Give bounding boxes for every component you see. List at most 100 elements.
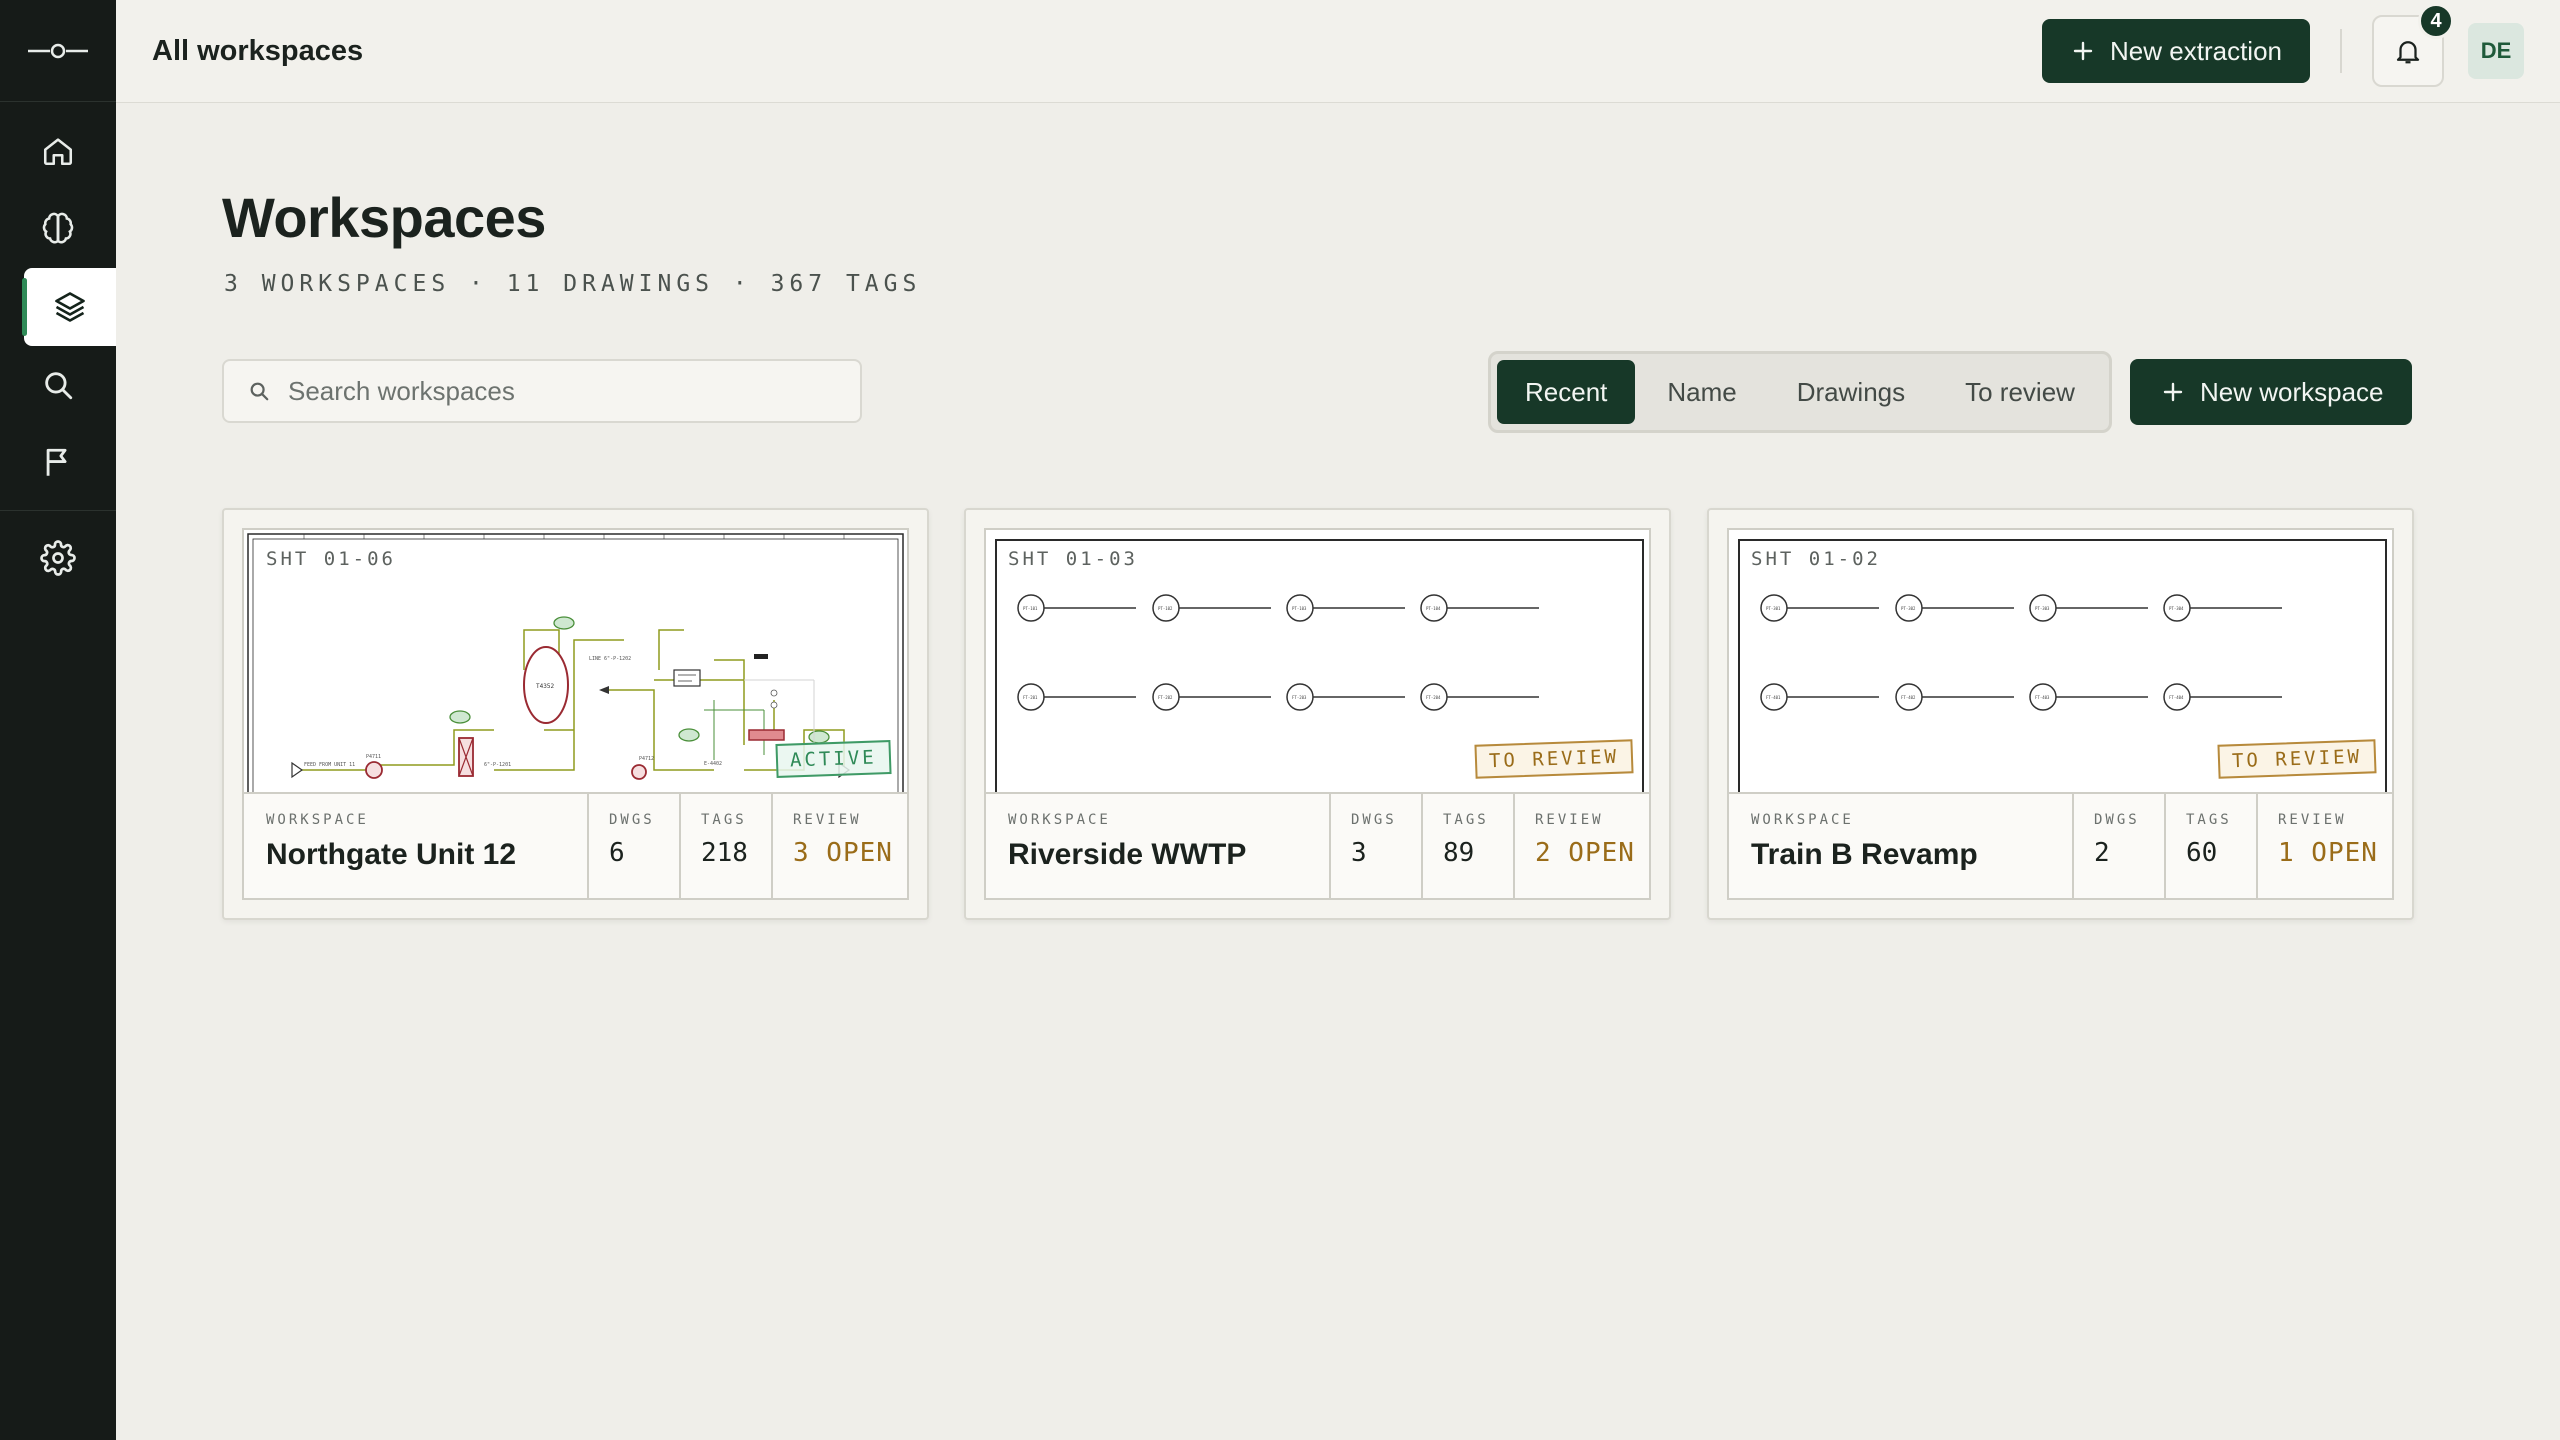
tags-count: 218	[701, 838, 748, 868]
review-open-count: 2 OPEN	[1535, 838, 1635, 868]
dwgs-cell: DWGS 2	[2074, 794, 2166, 898]
dwgs-cell: DWGS 6	[589, 794, 681, 898]
gear-icon	[40, 540, 76, 576]
workspace-name: Train B Revamp	[1751, 838, 1978, 871]
search-icon	[45, 372, 73, 400]
review-open-count: 3 OPEN	[793, 838, 893, 868]
sheet-number: SHT 01-03	[1008, 548, 1138, 570]
svg-text:PT-301: PT-301	[1766, 606, 1781, 611]
sidebar	[0, 0, 116, 1440]
tags-cell: TAGS 89	[1423, 794, 1515, 898]
page-title: Workspaces	[222, 186, 546, 249]
review-label: REVIEW	[1535, 812, 1604, 828]
svg-text:LINE 6"-P-1202: LINE 6"-P-1202	[589, 656, 631, 662]
review-open-count: 1 OPEN	[2278, 838, 2378, 868]
notifications-button[interactable]: 4	[2372, 3, 2454, 87]
review-cell: REVIEW 2 OPEN	[1515, 794, 1649, 898]
dwgs-label: DWGS	[2094, 812, 2140, 828]
nav-brain[interactable]	[0, 190, 116, 268]
plus-icon	[2163, 382, 2183, 402]
status-stamp: ACTIVE	[775, 740, 892, 778]
sort-option-name[interactable]: Name	[1639, 360, 1764, 424]
svg-text:T4352: T4352	[536, 683, 554, 690]
nav-divider	[0, 510, 116, 511]
card-body: PT-301 PT-302 PT-303 PT-304 FT-401 FT-402 FT-…	[1727, 528, 2394, 900]
svg-text:FT-201: FT-201	[1023, 695, 1038, 700]
nav-flags[interactable]	[0, 424, 116, 502]
sort-option-recent[interactable]: Recent	[1497, 360, 1636, 424]
review-cell: REVIEW 3 OPEN	[773, 794, 907, 898]
card-footer: WORKSPACE Train B Revamp DWGS 2 TAGS 60 …	[1729, 792, 2392, 898]
dwgs-label: DWGS	[1351, 812, 1397, 828]
review-cell: REVIEW 1 OPEN	[2258, 794, 2392, 898]
dwgs-count: 2	[2094, 838, 2110, 868]
workspace-name-cell: WORKSPACE Riverside WWTP	[986, 794, 1331, 898]
svg-text:PT-304: PT-304	[2169, 606, 2184, 611]
workspace-name: Riverside WWTP	[1008, 838, 1247, 871]
card-footer: WORKSPACE Northgate Unit 12 DWGS 6 TAGS …	[244, 792, 907, 898]
drawing-thumbnail: PT-301 PT-302 PT-303 PT-304 FT-401 FT-402 FT-…	[1729, 530, 2392, 792]
new-extraction-button[interactable]: New extraction	[2042, 19, 2310, 83]
tags-label: TAGS	[1443, 812, 1489, 828]
page-breadcrumb: All workspaces	[152, 34, 364, 67]
new-workspace-label: New workspace	[2200, 376, 2384, 407]
status-stamp: TO REVIEW	[2217, 739, 2377, 779]
svg-text:PT-103: PT-103	[1292, 606, 1307, 611]
svg-text:PT-101: PT-101	[1023, 606, 1038, 611]
workspace-name-cell: WORKSPACE Train B Revamp	[1729, 794, 2074, 898]
workspace-card[interactable]: PT-301 PT-302 PT-303 PT-304 FT-401 FT-402 FT-…	[1707, 508, 2414, 920]
card-body: PT-101 PT-102 PT-103 PT-104 FT-201 FT-202 FT-…	[984, 528, 1651, 900]
sort-option-drawings[interactable]: Drawings	[1769, 360, 1933, 424]
new-workspace-button[interactable]: New workspace	[2130, 359, 2412, 425]
drawing-thumbnail: PT-101 PT-102 PT-103 PT-104 FT-201 FT-202 FT-…	[986, 530, 1649, 792]
workspace-name-cell: WORKSPACE Northgate Unit 12	[244, 794, 589, 898]
svg-text:PT-102: PT-102	[1158, 606, 1173, 611]
nav-settings[interactable]	[0, 519, 116, 597]
svg-text:FT-403: FT-403	[2035, 695, 2050, 700]
sheet-number: SHT 01-02	[1751, 548, 1881, 570]
svg-text:P4711: P4711	[366, 754, 381, 760]
app-logo[interactable]	[0, 0, 116, 102]
card-body: T4352 FEED FROM UNIT 11 P4711 P4712 LINE…	[242, 528, 909, 900]
search-box	[222, 359, 862, 423]
workspace-label: WORKSPACE	[266, 812, 369, 828]
svg-text:PT-303: PT-303	[2035, 606, 2050, 611]
home-icon	[43, 138, 73, 166]
search-icon	[250, 382, 269, 401]
tags-cell: TAGS 60	[2166, 794, 2258, 898]
tags-count: 60	[2186, 838, 2218, 868]
tags-label: TAGS	[2186, 812, 2232, 828]
svg-text:FT-204: FT-204	[1426, 695, 1441, 700]
topbar-divider	[2340, 29, 2342, 73]
tags-count: 89	[1443, 838, 1475, 868]
workspace-label: WORKSPACE	[1008, 812, 1111, 828]
sort-toggle: Recent Name Drawings To review	[1488, 351, 2112, 433]
review-label: REVIEW	[2278, 812, 2347, 828]
svg-text:PT-104: PT-104	[1426, 606, 1441, 611]
brain-icon	[42, 212, 74, 244]
svg-text:6"-P-1201: 6"-P-1201	[484, 762, 511, 768]
svg-text:FEED FROM UNIT 11: FEED FROM UNIT 11	[304, 762, 355, 768]
search-input[interactable]	[288, 375, 848, 407]
review-label: REVIEW	[793, 812, 862, 828]
dwgs-count: 6	[609, 838, 625, 868]
svg-text:E-4402: E-4402	[704, 761, 722, 767]
notification-count-badge: 4	[2418, 3, 2454, 39]
user-avatar[interactable]: DE	[2468, 23, 2524, 79]
sheet-number: SHT 01-06	[266, 548, 396, 570]
tags-cell: TAGS 218	[681, 794, 773, 898]
workspace-name: Northgate Unit 12	[266, 838, 517, 871]
svg-text:FT-402: FT-402	[1901, 695, 1916, 700]
plus-icon	[2073, 41, 2093, 61]
nav-workspaces[interactable]	[22, 268, 116, 346]
workspace-card[interactable]: PT-101 PT-102 PT-103 PT-104 FT-201 FT-202 FT-…	[964, 508, 1671, 920]
svg-text:FT-401: FT-401	[1766, 695, 1781, 700]
svg-text:FT-203: FT-203	[1292, 695, 1307, 700]
nav-search[interactable]	[0, 346, 116, 424]
card-footer: WORKSPACE Riverside WWTP DWGS 3 TAGS 89 …	[986, 792, 1649, 898]
dwgs-label: DWGS	[609, 812, 655, 828]
nav-home[interactable]	[0, 112, 116, 190]
workspace-card[interactable]: T4352 FEED FROM UNIT 11 P4711 P4712 LINE…	[222, 508, 929, 920]
top-bar: All workspaces New extraction 4 DE	[116, 0, 2560, 103]
sort-option-to-review[interactable]: To review	[1937, 360, 2103, 424]
